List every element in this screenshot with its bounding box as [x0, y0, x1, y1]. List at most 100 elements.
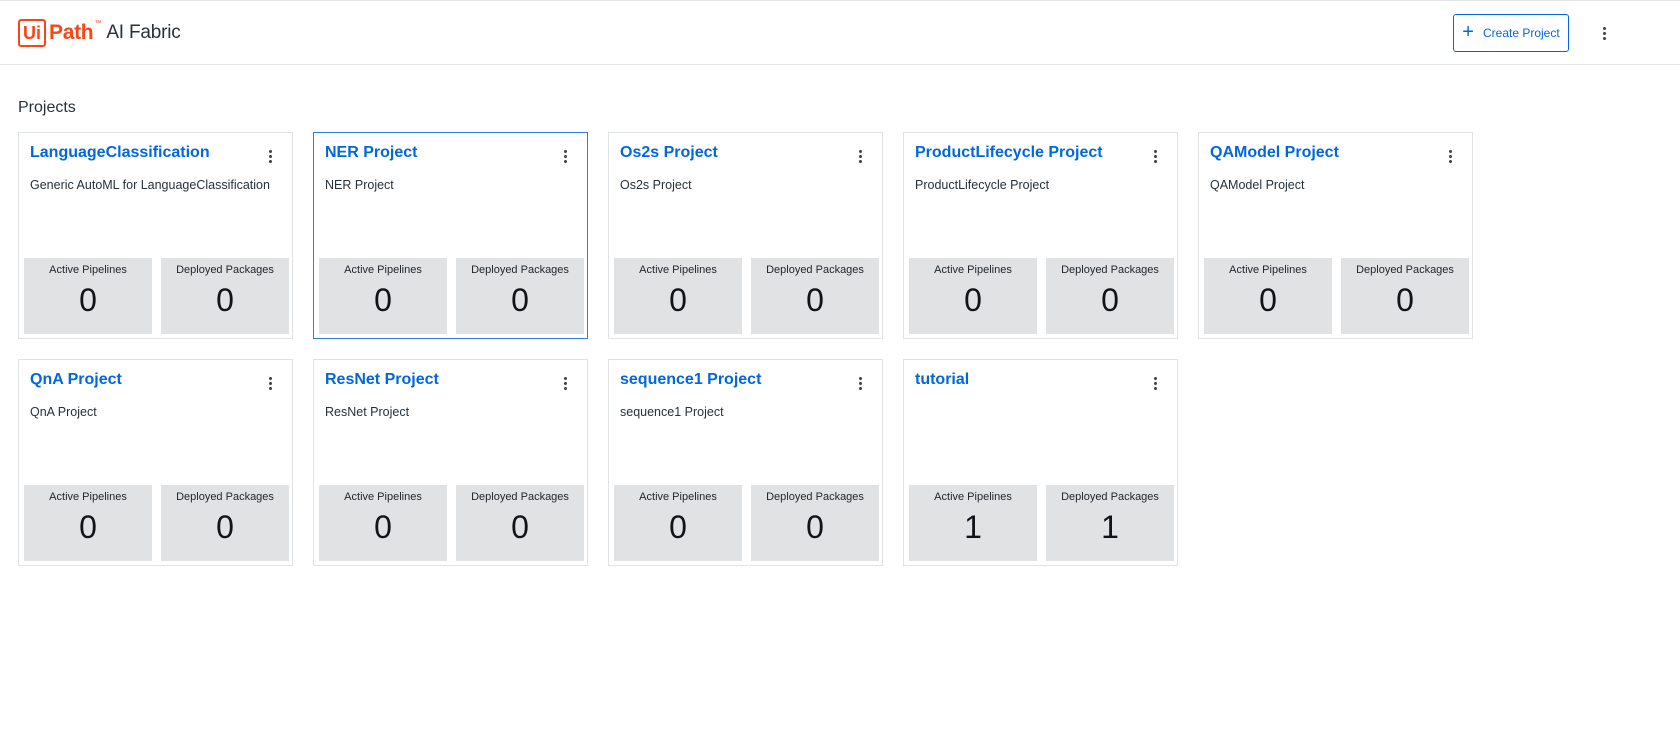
deployed-packages-stat: Deployed Packages 0	[751, 485, 879, 561]
stat-label: Active Pipelines	[934, 264, 1012, 276]
stat-value: 0	[374, 509, 392, 545]
more-vertical-icon[interactable]	[262, 146, 278, 166]
active-pipelines-stat: Active Pipelines 0	[319, 258, 447, 334]
more-vertical-icon[interactable]	[852, 373, 868, 393]
project-title[interactable]: tutorial	[915, 371, 1135, 389]
stat-value: 0	[806, 509, 824, 545]
project-description: NER Project	[325, 178, 394, 192]
active-pipelines-stat: Active Pipelines 1	[909, 485, 1037, 561]
more-vertical-icon[interactable]	[557, 146, 573, 166]
stat-label: Active Pipelines	[344, 264, 422, 276]
project-card[interactable]: NER Project NER Project Active Pipelines…	[313, 132, 588, 339]
stat-label: Deployed Packages	[766, 264, 864, 276]
project-description: ResNet Project	[325, 405, 410, 419]
project-card[interactable]: ResNet Project ResNet Project Active Pip…	[313, 359, 588, 566]
stat-value: 0	[1101, 282, 1119, 318]
project-description: Os2s Project	[620, 178, 692, 192]
active-pipelines-stat: Active Pipelines 0	[614, 485, 742, 561]
stat-value: 1	[964, 509, 982, 545]
stat-label: Deployed Packages	[766, 491, 864, 503]
stat-value: 0	[216, 509, 234, 545]
stat-label: Deployed Packages	[471, 491, 569, 503]
more-vertical-icon[interactable]	[1442, 146, 1458, 166]
project-description: Generic AutoML for LanguageClassificatio…	[30, 178, 270, 192]
stat-label: Deployed Packages	[1061, 491, 1159, 503]
deployed-packages-stat: Deployed Packages 0	[161, 258, 289, 334]
stat-label: Active Pipelines	[1229, 264, 1307, 276]
create-project-button[interactable]: + Create Project	[1453, 14, 1569, 52]
project-card[interactable]: Os2s Project Os2s Project Active Pipelin…	[608, 132, 883, 339]
stat-value: 0	[511, 509, 529, 545]
stat-value: 0	[1396, 282, 1414, 318]
project-title[interactable]: LanguageClassification	[30, 144, 250, 162]
project-description: sequence1 Project	[620, 405, 724, 419]
page-title: Projects	[18, 99, 76, 116]
project-title[interactable]: Os2s Project	[620, 144, 840, 162]
project-description: QnA Project	[30, 405, 97, 419]
stat-label: Active Pipelines	[639, 491, 717, 503]
deployed-packages-stat: Deployed Packages 0	[1341, 258, 1469, 334]
deployed-packages-stat: Deployed Packages 0	[456, 258, 584, 334]
project-card[interactable]: QAModel Project QAModel Project Active P…	[1198, 132, 1473, 339]
stat-label: Active Pipelines	[344, 491, 422, 503]
stat-label: Active Pipelines	[49, 264, 127, 276]
project-description: QAModel Project	[1210, 178, 1305, 192]
product-name: AI Fabric	[106, 22, 181, 43]
more-vertical-icon[interactable]	[852, 146, 868, 166]
stat-value: 0	[511, 282, 529, 318]
project-title[interactable]: QAModel Project	[1210, 144, 1430, 162]
more-vertical-icon[interactable]	[557, 373, 573, 393]
stat-value: 1	[1101, 509, 1119, 545]
project-title[interactable]: sequence1 Project	[620, 371, 840, 389]
active-pipelines-stat: Active Pipelines 0	[24, 258, 152, 334]
stat-label: Deployed Packages	[1356, 264, 1454, 276]
top-header: Ui Path ™ AI Fabric + Create Project	[0, 0, 1680, 65]
active-pipelines-stat: Active Pipelines 0	[24, 485, 152, 561]
stat-value: 0	[1259, 282, 1277, 318]
active-pipelines-stat: Active Pipelines 0	[614, 258, 742, 334]
more-vertical-icon[interactable]	[1596, 23, 1612, 43]
project-title[interactable]: ProductLifecycle Project	[915, 144, 1135, 162]
project-title[interactable]: NER Project	[325, 144, 545, 162]
stat-label: Active Pipelines	[934, 491, 1012, 503]
active-pipelines-stat: Active Pipelines 0	[909, 258, 1037, 334]
stat-value: 0	[216, 282, 234, 318]
project-title[interactable]: ResNet Project	[325, 371, 545, 389]
more-vertical-icon[interactable]	[262, 373, 278, 393]
stat-value: 0	[669, 509, 687, 545]
active-pipelines-stat: Active Pipelines 0	[319, 485, 447, 561]
project-description: ProductLifecycle Project	[915, 178, 1050, 192]
logo-ui-mark: Ui	[18, 19, 46, 47]
uipath-logo[interactable]: Ui Path ™ AI Fabric	[18, 18, 181, 48]
stat-value: 0	[374, 282, 392, 318]
stat-label: Active Pipelines	[639, 264, 717, 276]
project-card[interactable]: QnA Project QnA Project Active Pipelines…	[18, 359, 293, 566]
stat-label: Active Pipelines	[49, 491, 127, 503]
plus-icon: +	[1462, 21, 1474, 43]
stat-value: 0	[964, 282, 982, 318]
logo-trademark: ™	[94, 20, 102, 27]
stat-label: Deployed Packages	[1061, 264, 1159, 276]
stat-label: Deployed Packages	[471, 264, 569, 276]
deployed-packages-stat: Deployed Packages 0	[456, 485, 584, 561]
active-pipelines-stat: Active Pipelines 0	[1204, 258, 1332, 334]
stat-value: 0	[806, 282, 824, 318]
stat-label: Deployed Packages	[176, 264, 274, 276]
deployed-packages-stat: Deployed Packages 0	[1046, 258, 1174, 334]
deployed-packages-stat: Deployed Packages 0	[751, 258, 879, 334]
stat-value: 0	[669, 282, 687, 318]
project-card[interactable]: tutorial Active Pipelines 1 Deployed Pac…	[903, 359, 1178, 566]
stat-label: Deployed Packages	[176, 491, 274, 503]
project-card[interactable]: sequence1 Project sequence1 Project Acti…	[608, 359, 883, 566]
project-card[interactable]: LanguageClassification Generic AutoML fo…	[18, 132, 293, 339]
logo-path-text: Path	[49, 21, 94, 44]
deployed-packages-stat: Deployed Packages 1	[1046, 485, 1174, 561]
projects-grid: LanguageClassification Generic AutoML fo…	[18, 132, 1498, 566]
deployed-packages-stat: Deployed Packages 0	[161, 485, 289, 561]
create-project-label: Create Project	[1482, 26, 1560, 40]
project-title[interactable]: QnA Project	[30, 371, 250, 389]
more-vertical-icon[interactable]	[1147, 373, 1163, 393]
stat-value: 0	[79, 282, 97, 318]
project-card[interactable]: ProductLifecycle Project ProductLifecycl…	[903, 132, 1178, 339]
more-vertical-icon[interactable]	[1147, 146, 1163, 166]
